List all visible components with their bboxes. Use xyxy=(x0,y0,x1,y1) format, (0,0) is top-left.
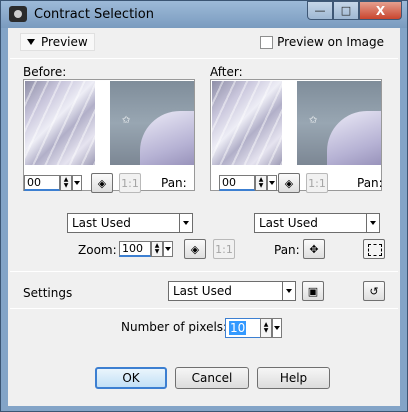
crosshair-fit-icon: ◈ xyxy=(284,176,294,190)
dialog-window: Contract Selection — □ X Preview Preview… xyxy=(0,0,408,412)
chevron-down-icon xyxy=(27,39,35,45)
after-label: After: xyxy=(210,65,243,79)
zoom-field[interactable]: 100 xyxy=(119,241,151,257)
before-preset-value: Last Used xyxy=(72,216,131,230)
before-pan-label: Pan: xyxy=(161,176,187,190)
move-arrows-icon: ✥ xyxy=(309,242,319,256)
before-preview[interactable]: ✩ 00 ▲ ▼ ◈ 1:1 Pan: xyxy=(23,79,195,193)
preview-toggle[interactable]: Preview xyxy=(20,33,95,51)
chevron-down-icon[interactable] xyxy=(282,282,295,300)
crosshair-fit-icon: ◈ xyxy=(190,242,200,256)
preview-toggle-label: Preview xyxy=(41,35,88,49)
camera-app-icon xyxy=(9,6,27,22)
dialog-body: Preview Preview on Image Before: ✩ 00 ▲ ▼… xyxy=(8,28,400,406)
before-image-right: ✩ xyxy=(110,81,194,165)
reset-button[interactable]: ↺ xyxy=(363,281,385,301)
save-preset-button[interactable]: ▣ xyxy=(302,281,324,301)
before-zoom-fit-button[interactable]: ◈ xyxy=(91,173,113,193)
cancel-button[interactable]: Cancel xyxy=(175,367,249,389)
minimize-button[interactable]: — xyxy=(307,1,333,20)
before-image-left xyxy=(25,81,95,165)
crosshair-fit-icon: ◈ xyxy=(97,176,107,190)
before-preset-select[interactable]: Last Used xyxy=(67,213,193,233)
after-zoom-spinner[interactable]: ▲ ▼ xyxy=(255,175,267,191)
after-image-right: ✩ xyxy=(297,81,381,165)
checkbox-icon[interactable] xyxy=(260,35,274,49)
before-zoom-spinner[interactable]: ▲ ▼ xyxy=(60,175,72,191)
help-button[interactable]: Help xyxy=(257,367,330,389)
after-zoom-fit-button[interactable]: ◈ xyxy=(278,173,300,193)
chevron-down-icon[interactable] xyxy=(179,214,192,232)
zoom-spinner[interactable]: ▲ ▼ xyxy=(151,241,163,257)
settings-label: Settings xyxy=(23,286,73,300)
pixels-value: 10 xyxy=(229,321,247,335)
after-preset-select[interactable]: Last Used xyxy=(254,213,380,233)
before-label: Before: xyxy=(23,65,67,79)
pan-label: Pan: xyxy=(274,243,300,257)
before-actual-size-button: 1:1 xyxy=(119,173,141,193)
zoom-label: Zoom: xyxy=(78,243,117,257)
preview-on-image-checkbox[interactable]: Preview on Image xyxy=(260,35,384,49)
title-bar[interactable]: Contract Selection — □ X xyxy=(1,1,407,28)
actual-size-button: 1:1 xyxy=(213,239,235,259)
marquee-selection-button[interactable] xyxy=(363,239,385,259)
settings-preset-select[interactable]: Last Used xyxy=(168,281,296,301)
actual-size-icon: 1:1 xyxy=(215,242,233,256)
divider xyxy=(10,308,398,309)
zoom-fit-button[interactable]: ◈ xyxy=(184,239,206,259)
before-zoom-dropdown[interactable] xyxy=(72,175,82,191)
zoom-dropdown[interactable] xyxy=(163,241,173,257)
divider xyxy=(10,271,398,272)
after-preview[interactable]: ✩ 00 ▲ ▼ ◈ 1:1 Pan: xyxy=(210,79,383,193)
star-icon: ✩ xyxy=(122,115,131,126)
pixels-spinner[interactable]: ▲ ▼ xyxy=(260,318,272,338)
close-button[interactable]: X xyxy=(359,1,402,20)
maximize-button[interactable]: □ xyxy=(333,1,359,20)
preview-on-image-label: Preview on Image xyxy=(277,35,384,49)
reset-icon: ↺ xyxy=(369,284,379,298)
pixels-dropdown[interactable] xyxy=(272,318,282,338)
pan-button[interactable]: ✥ xyxy=(303,239,325,259)
after-zoom-field[interactable]: 00 xyxy=(219,175,255,191)
ok-button[interactable]: OK xyxy=(95,367,167,389)
window-controls: — □ X xyxy=(307,1,402,20)
window-title: Contract Selection xyxy=(34,7,154,22)
floppy-disk-icon: ▣ xyxy=(307,284,319,298)
pixels-field[interactable]: 10 xyxy=(225,318,265,338)
after-preset-value: Last Used xyxy=(259,216,318,230)
star-icon: ✩ xyxy=(309,115,318,126)
pixels-label: Number of pixels: xyxy=(121,320,228,334)
after-zoom-dropdown[interactable] xyxy=(267,175,277,191)
after-image-left xyxy=(212,81,282,165)
actual-size-icon: 1:1 xyxy=(121,176,139,190)
actual-size-icon: 1:1 xyxy=(308,176,326,190)
after-pan-label: Pan: xyxy=(357,176,383,190)
before-zoom-field[interactable]: 00 xyxy=(24,175,60,191)
after-actual-size-button: 1:1 xyxy=(306,173,328,193)
divider xyxy=(10,58,398,59)
chevron-down-icon[interactable] xyxy=(366,214,379,232)
settings-preset-value: Last Used xyxy=(173,284,232,298)
